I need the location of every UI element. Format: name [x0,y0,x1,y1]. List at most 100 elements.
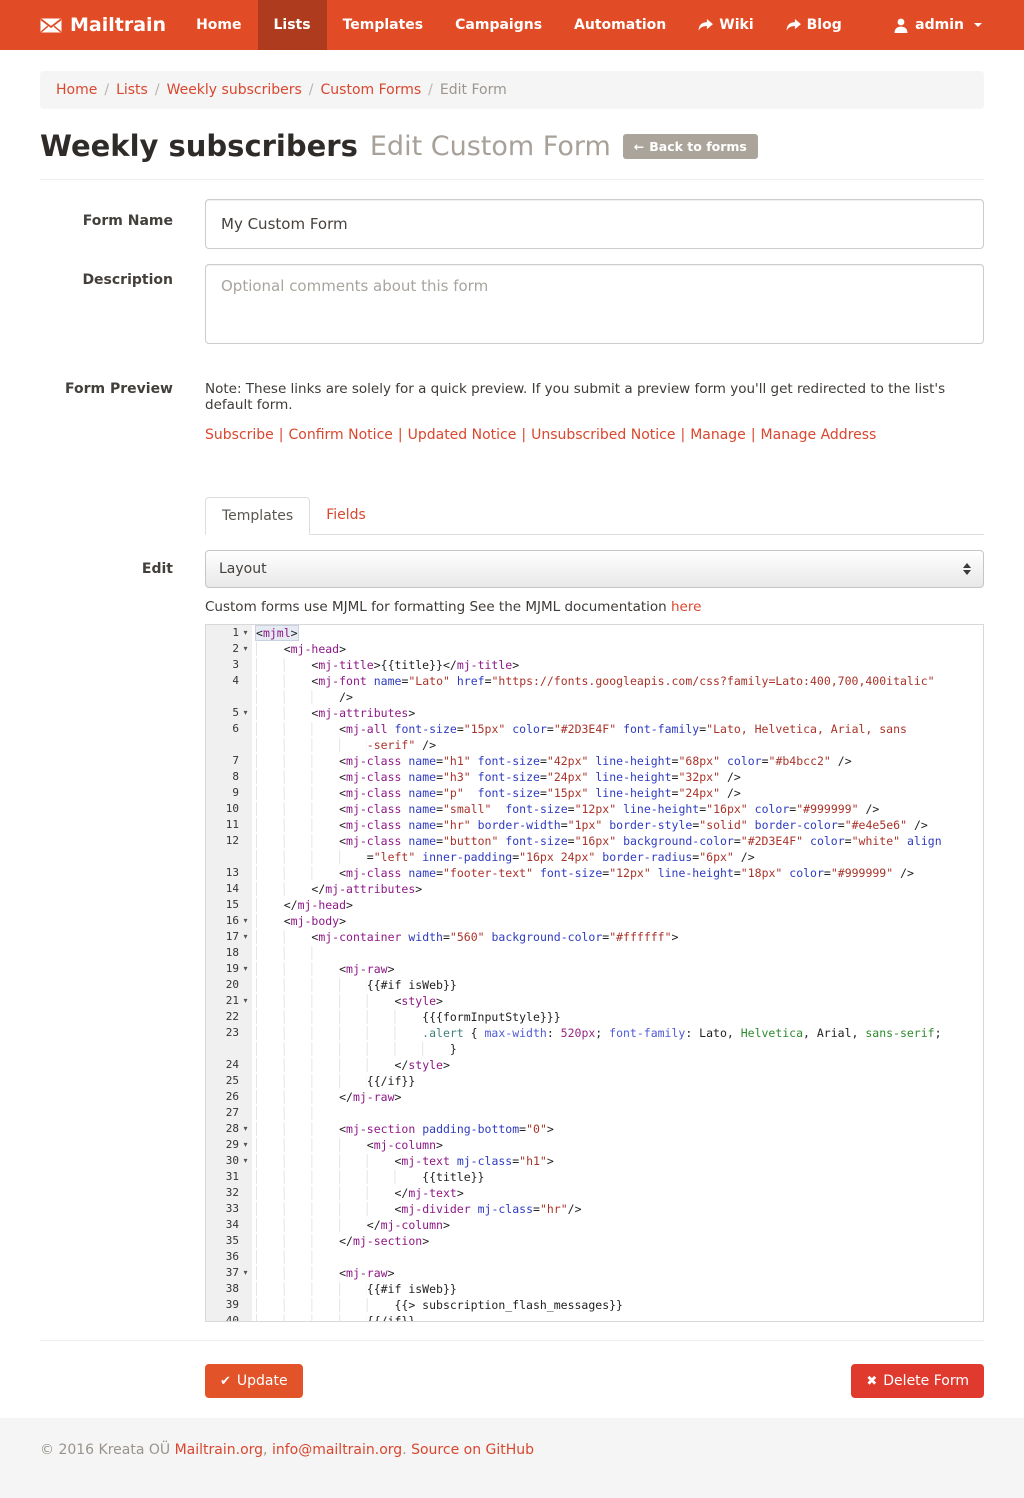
fold-icon[interactable]: ▾ [239,625,252,641]
fold-icon[interactable]: ▾ [239,1121,252,1137]
code-token: "#999999" [796,802,858,816]
line-number: 24 [206,1057,239,1073]
preview-note: Note: These links are solely for a quick… [205,372,984,413]
preview-link-manage-address[interactable]: Manage Address [761,427,877,443]
fold-slot [239,1009,252,1025]
delete-form-button[interactable]: ✖ Delete Form [851,1364,984,1398]
preview-link-manage[interactable]: Manage [690,427,746,443]
fold-icon[interactable]: ▾ [239,913,252,929]
fold-icon[interactable]: ▾ [239,993,252,1009]
indent-guides [256,962,339,976]
code-token: mj-title [457,658,512,672]
code-token [450,1154,457,1168]
update-button[interactable]: ✔ Update [205,1364,303,1398]
fold-slot [239,1041,252,1057]
code-line: {{title}} [252,1169,983,1185]
fold-icon[interactable]: ▾ [239,641,252,657]
code-line: </mj-head> [252,897,983,913]
indent-guides [256,898,284,912]
code-token: border-width [478,818,561,832]
code-token: </ [394,1058,408,1072]
code-token: = [838,818,845,832]
preview-link-confirm-notice[interactable]: Confirm Notice [289,427,393,443]
code-token: > [395,1090,402,1104]
fold-icon[interactable]: ▾ [239,1137,252,1153]
nav-item-automation[interactable]: Automation [558,0,682,50]
code-token: line-height [623,802,699,816]
fold-icon[interactable]: ▾ [239,929,252,945]
fold-icon[interactable]: ▾ [239,1153,252,1169]
gutter-cell [206,1041,252,1057]
code-row: 6 <mj-all font-size="15px" color="#2D3E4… [206,721,983,737]
code-token: = [436,754,443,768]
preview-link-subscribe[interactable]: Subscribe [205,427,274,443]
tab-fields[interactable]: Fields [310,497,382,534]
code-row: 23 .alert { max-width: 520px; font-famil… [206,1025,983,1041]
indent-guides [256,1042,450,1056]
code-token: sans-serif [865,1026,934,1040]
code-token: href [457,674,485,688]
divider [40,1340,984,1341]
footer-link[interactable]: Source on GitHub [411,1442,534,1458]
fold-icon[interactable]: ▾ [239,1265,252,1281]
code-token: > [388,962,395,976]
nav-item-wiki[interactable]: Wiki [682,0,769,50]
fold-slot [239,737,252,753]
nav-item-templates[interactable]: Templates [327,0,440,50]
edit-template-select[interactable]: Layout [205,550,984,588]
fold-slot [239,673,252,689]
code-token: color [512,722,547,736]
code-line: {{> subscription_flash_messages}} [252,1297,983,1313]
nav-item-blog[interactable]: Blog [770,0,858,50]
code-token [464,786,478,800]
tab-bar: TemplatesFields [205,497,984,535]
code-row: 29▾ <mj-column> [206,1137,983,1153]
code-token: "p" [443,786,464,800]
fold-slot [239,1217,252,1233]
code-editor[interactable]: 1▾<mjml>2▾ <mj-head>3 <mj-title>{{title}… [205,624,984,1322]
code-token: > [547,1154,554,1168]
fold-icon[interactable]: ▾ [239,705,252,721]
code-row: 7 <mj-class name="h1" font-size="42px" l… [206,753,983,769]
code-token: "0" [526,1122,547,1136]
code-token: font-size [395,722,457,736]
user-menu[interactable]: admin [894,0,1024,50]
indent-guides [256,1138,367,1152]
breadcrumb-link[interactable]: Custom Forms [321,82,422,98]
code-line: </style> [252,1057,983,1073]
breadcrumb-link[interactable]: Lists [116,82,148,98]
back-to-forms-button[interactable]: ← Back to forms [623,134,758,159]
form-name-input[interactable] [205,199,984,249]
indent-guides [256,866,339,880]
fold-slot [239,1249,252,1265]
code-token: line-height [595,786,671,800]
nav-item-campaigns[interactable]: Campaigns [439,0,558,50]
code-token: mj-body [291,914,339,928]
code-token: = [568,834,575,848]
code-row: 9 <mj-class name="p" font-size="15px" li… [206,785,983,801]
nav-item-lists[interactable]: Lists [258,0,327,50]
fold-icon[interactable]: ▾ [239,961,252,977]
breadcrumb-link[interactable]: Home [56,82,97,98]
footer-link[interactable]: info@mailtrain.org [272,1442,402,1458]
gutter-cell: 40 [206,1313,252,1322]
code-line: /> [252,689,983,705]
breadcrumb-link[interactable]: Weekly subscribers [167,82,302,98]
mjml-docs-link[interactable]: here [671,599,701,615]
gutter-cell: 1▾ [206,625,252,641]
code-token: > [443,1218,450,1232]
description-textarea[interactable] [205,264,984,344]
tab-templates[interactable]: Templates [205,497,310,535]
preview-link-updated-notice[interactable]: Updated Notice [408,427,517,443]
code-token: "button" [443,834,498,848]
indent-guides [256,978,367,992]
preview-link-unsubscribed-notice[interactable]: Unsubscribed Notice [531,427,675,443]
code-token: "24px" [547,770,589,784]
nav-item-home[interactable]: Home [180,0,257,50]
brand-logo[interactable]: Mailtrain [0,0,180,50]
code-token: Helvetica [741,1026,803,1040]
footer-link[interactable]: Mailtrain.org [175,1442,263,1458]
preview-link-separator: | [516,427,531,443]
code-token: name [408,770,436,784]
code-row: /> [206,689,983,705]
